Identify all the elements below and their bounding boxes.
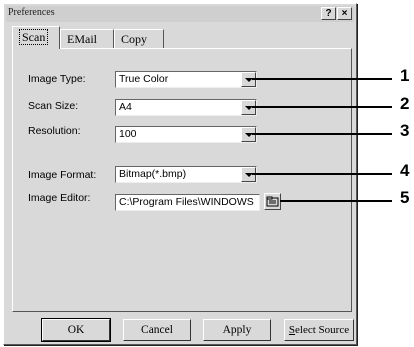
callout-line-4 bbox=[252, 173, 392, 175]
callout-number-5: 5 bbox=[400, 188, 410, 207]
callout-line-2 bbox=[252, 106, 392, 108]
title-bar[interactable]: Preferences ? × bbox=[6, 6, 354, 22]
tab-email[interactable]: EMail bbox=[60, 29, 114, 48]
image-editor-path-field[interactable]: C:\Program Files\WINDOWS bbox=[115, 194, 260, 211]
browse-button[interactable] bbox=[264, 193, 281, 210]
tab-scan[interactable]: Scan bbox=[12, 26, 60, 49]
callout-number-4: 4 bbox=[400, 161, 410, 180]
chevron-down-icon[interactable] bbox=[241, 127, 256, 142]
select-source-button[interactable]: Select Source bbox=[284, 319, 354, 341]
select-source-label: elect Source bbox=[295, 324, 350, 336]
image-editor-label: Image Editor: bbox=[28, 192, 91, 204]
resolution-value: 100 bbox=[119, 128, 137, 140]
resolution-select[interactable]: 100 bbox=[115, 126, 257, 143]
image-type-value: True Color bbox=[119, 73, 169, 85]
image-format-value: Bitmap(*.bmp) bbox=[119, 168, 187, 180]
apply-button[interactable]: Apply bbox=[203, 319, 271, 341]
tab-copy[interactable]: Copy bbox=[114, 29, 164, 48]
scan-size-select[interactable]: A4 bbox=[115, 99, 257, 116]
callout-number-2: 2 bbox=[400, 94, 410, 113]
chevron-down-icon[interactable] bbox=[241, 167, 256, 182]
chevron-down-icon[interactable] bbox=[241, 72, 256, 87]
chevron-down-icon[interactable] bbox=[241, 100, 256, 115]
image-format-select[interactable]: Bitmap(*.bmp) bbox=[115, 166, 257, 183]
ok-button[interactable]: OK bbox=[41, 318, 111, 342]
callout-line-1 bbox=[252, 78, 392, 80]
folder-icon bbox=[266, 196, 279, 207]
callout-line-5 bbox=[280, 200, 392, 202]
close-button[interactable]: × bbox=[337, 7, 352, 20]
callout-number-3: 3 bbox=[400, 121, 410, 140]
image-type-label: Image Type: bbox=[28, 73, 86, 85]
image-format-label: Image Format: bbox=[28, 169, 97, 181]
resolution-label: Resolution: bbox=[28, 125, 81, 137]
tab-scan-label: Scan bbox=[19, 29, 49, 45]
cancel-button[interactable]: Cancel bbox=[123, 319, 191, 341]
callout-number-1: 1 bbox=[400, 66, 410, 85]
scan-size-value: A4 bbox=[119, 101, 132, 113]
help-button[interactable]: ? bbox=[321, 7, 336, 20]
scan-size-label: Scan Size: bbox=[28, 100, 79, 112]
callout-line-3 bbox=[252, 133, 392, 135]
image-type-select[interactable]: True Color bbox=[115, 71, 257, 88]
window-title: Preferences bbox=[8, 7, 55, 18]
